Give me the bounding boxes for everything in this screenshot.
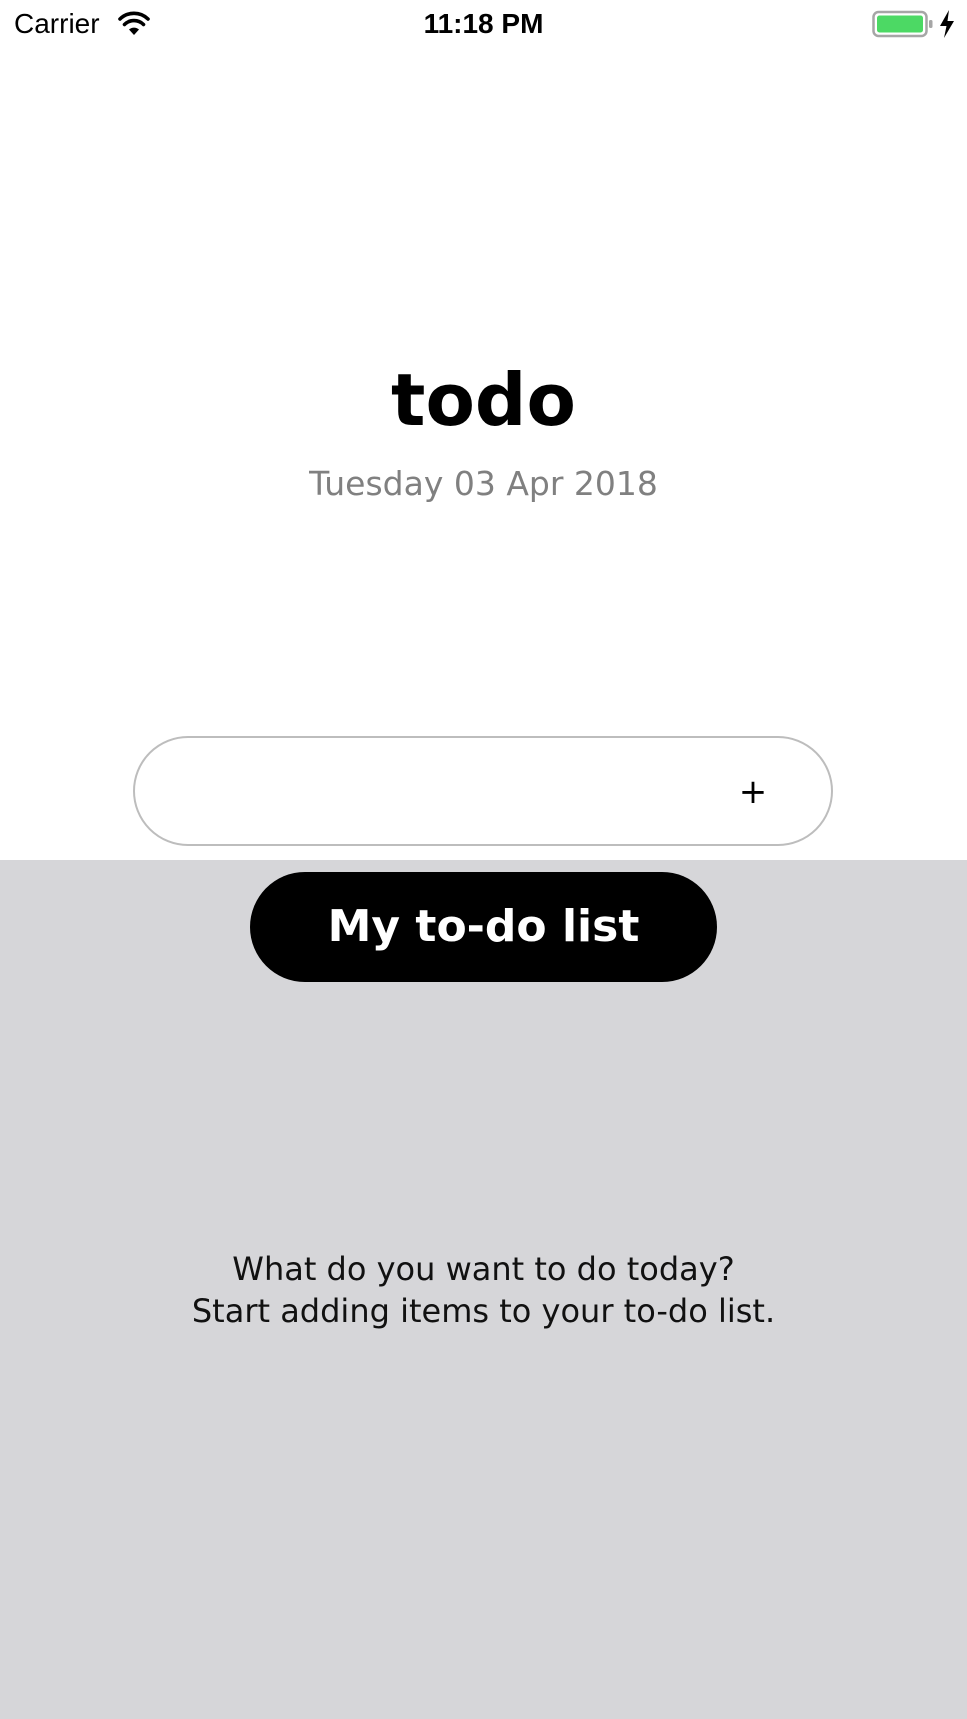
empty-state-message: What do you want to do today? Start addi… <box>0 1248 967 1332</box>
battery-icon <box>872 10 933 38</box>
app-screen: Carrier 11:18 PM todo Tuesday 03 Apr 201… <box>0 0 967 1719</box>
status-bar: Carrier 11:18 PM <box>0 0 967 48</box>
empty-state-line-1: What do you want to do today? <box>232 1250 735 1288</box>
add-item-button[interactable]: + <box>725 764 781 820</box>
new-item-field: + <box>133 736 833 846</box>
current-date: Tuesday 03 Apr 2018 <box>309 464 658 503</box>
carrier-label: Carrier <box>14 8 100 39</box>
new-item-input[interactable] <box>175 758 719 826</box>
list-title-badge: My to-do list <box>250 872 717 982</box>
app-title: todo <box>391 358 576 442</box>
empty-state-line-2: Start adding items to your to-do list. <box>191 1292 776 1330</box>
status-time: 11:18 PM <box>423 8 544 39</box>
wifi-icon <box>118 11 150 35</box>
charging-icon <box>940 10 954 38</box>
